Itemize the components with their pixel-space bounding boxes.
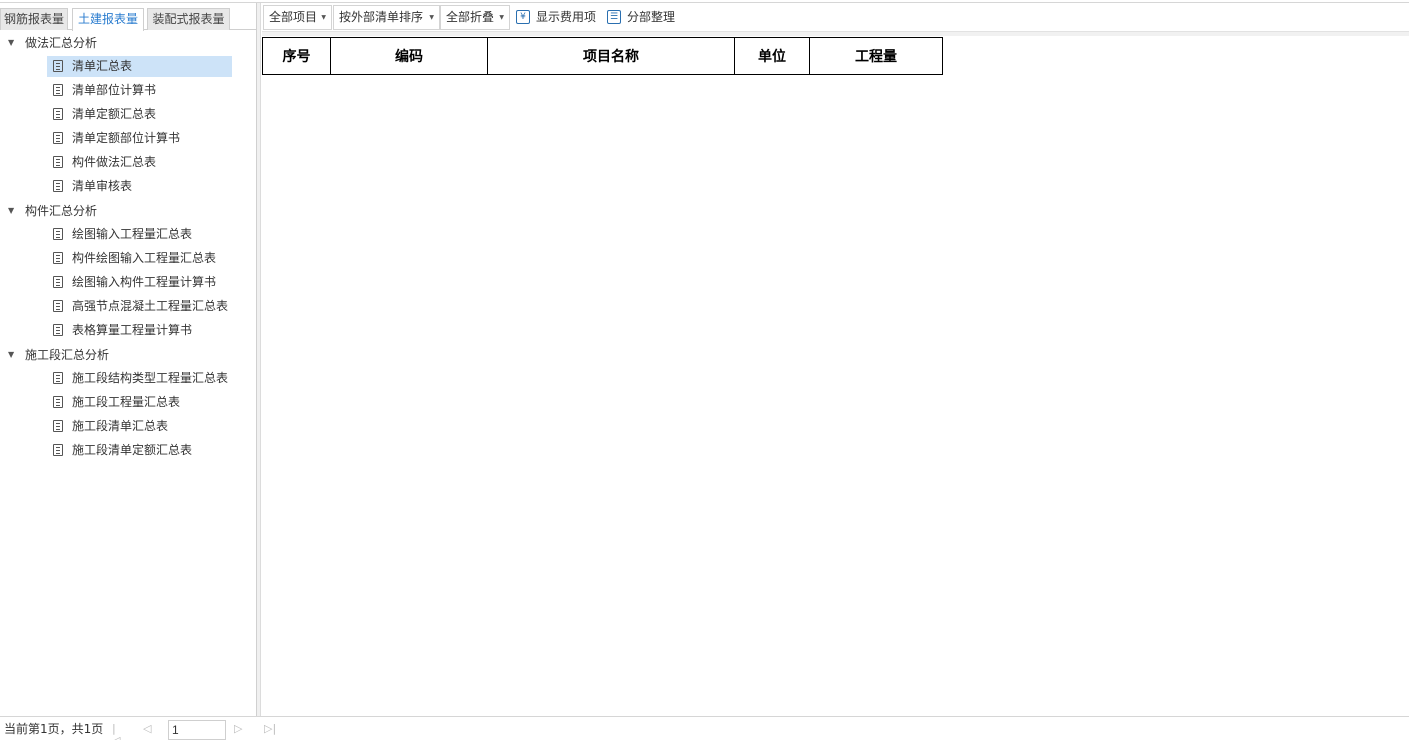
tree-item-label: 施工段工程量汇总表 [72, 395, 181, 409]
document-icon [53, 60, 63, 72]
table-header-row: 序号 编码 项目名称 单位 工程量 [262, 37, 943, 75]
tree-item[interactable]: 施工段清单定额汇总表 [47, 440, 232, 461]
filter-items-dropdown[interactable]: 全部项目 ▼ [263, 5, 332, 30]
tree-item[interactable]: 施工段结构类型工程量汇总表 [47, 368, 232, 389]
document-icon [53, 132, 63, 144]
col-header-code[interactable]: 编码 [330, 37, 488, 75]
tree-item-label: 高强节点混凝土工程量汇总表 [72, 299, 229, 313]
tree-item-label: 施工段结构类型工程量汇总表 [72, 371, 229, 385]
tree-item-label: 清单定额部位计算书 [72, 131, 181, 145]
tree-item-label: 构件绘图输入工程量汇总表 [72, 251, 217, 265]
col-header-index[interactable]: 序号 [262, 37, 331, 75]
next-page-icon[interactable]: ▷ [234, 723, 246, 735]
document-icon [53, 300, 63, 312]
yen-icon: ¥ [516, 10, 530, 24]
tree-item-label: 清单汇总表 [72, 59, 133, 73]
tree-item[interactable]: 绘图输入构件工程量计算书 [47, 272, 232, 293]
dropdown-value: 全部项目 [269, 10, 318, 24]
document-icon [53, 420, 63, 432]
document-icon [53, 180, 63, 192]
report-tabs: 钢筋报表量 土建报表量 装配式报表量 [0, 6, 257, 31]
pagination-bar: 当前第1页，共1页 |◁ ◁ ▷ ▷| [0, 716, 1409, 740]
tree-group-component-summary[interactable]: ▼ 构件汇总分析 [0, 201, 256, 221]
sort-order-dropdown[interactable]: 按外部清单排序 ▼ [333, 5, 440, 30]
report-toolbar: 全部项目 ▼ 按外部清单排序 ▼ 全部折叠 ▼ ¥ 显示费用项 ☰ 分部整理 [262, 3, 1409, 32]
document-icon [53, 156, 63, 168]
tree-item-label: 施工段清单定额汇总表 [72, 443, 193, 457]
first-page-icon[interactable]: |◁ [112, 723, 124, 740]
tree-item-label: 绘图输入工程量汇总表 [72, 227, 193, 241]
group-label: 施工段汇总分析 [25, 348, 110, 362]
document-icon [53, 324, 63, 336]
tree-item[interactable]: 清单审核表 [47, 176, 232, 197]
expand-arrow-icon[interactable]: ▼ [8, 348, 18, 362]
tree-item-label: 表格算量工程量计算书 [72, 323, 193, 337]
tree-item-label: 构件做法汇总表 [72, 155, 157, 169]
partial-arrange-button[interactable]: ☰ 分部整理 [607, 5, 679, 30]
tree-group-segment-summary[interactable]: ▼ 施工段汇总分析 [0, 345, 256, 365]
document-icon [53, 372, 63, 384]
col-header-unit[interactable]: 单位 [734, 37, 810, 75]
group-label: 构件汇总分析 [25, 204, 98, 218]
page-number-input[interactable] [168, 720, 226, 740]
group-label: 做法汇总分析 [25, 36, 98, 50]
col-header-quantity[interactable]: 工程量 [809, 37, 943, 75]
document-icon [53, 276, 63, 288]
caret-down-icon: ▼ [499, 14, 504, 21]
document-icon [53, 396, 63, 408]
tree-item-label: 清单部位计算书 [72, 83, 157, 97]
report-nav-panel: 钢筋报表量 土建报表量 装配式报表量 ▼ 做法汇总分析 清单汇总表 清单部位计算… [0, 3, 257, 716]
last-page-icon[interactable]: ▷| [264, 723, 276, 735]
button-label: 显示费用项 [536, 10, 597, 24]
document-icon [53, 252, 63, 264]
tree-item[interactable]: 清单定额部位计算书 [47, 128, 232, 149]
tab-rebar-report[interactable]: 钢筋报表量 [0, 8, 68, 30]
col-header-item-name[interactable]: 项目名称 [487, 37, 735, 75]
document-icon [53, 84, 63, 96]
tree-item[interactable]: 施工段清单汇总表 [47, 416, 232, 437]
caret-down-icon: ▼ [429, 14, 434, 21]
tab-prefab-report[interactable]: 装配式报表量 [147, 8, 230, 30]
expand-arrow-icon[interactable]: ▼ [8, 36, 18, 50]
document-icon [53, 444, 63, 456]
tree-item-label: 绘图输入构件工程量计算书 [72, 275, 217, 289]
list-stack-icon: ☰ [607, 10, 621, 24]
tree-item[interactable]: 构件绘图输入工程量汇总表 [47, 248, 232, 269]
tab-civil-report[interactable]: 土建报表量 [72, 8, 144, 31]
prev-page-icon[interactable]: ◁ [143, 723, 155, 735]
collapse-dropdown[interactable]: 全部折叠 ▼ [440, 5, 510, 30]
tree-item-label: 施工段清单汇总表 [72, 419, 169, 433]
tree-item-label: 清单定额汇总表 [72, 107, 157, 121]
tree-group-method-summary[interactable]: ▼ 做法汇总分析 [0, 33, 256, 53]
dropdown-value: 全部折叠 [446, 10, 495, 24]
tree-item[interactable]: 清单定额汇总表 [47, 104, 232, 125]
tree-item[interactable]: 绘图输入工程量汇总表 [47, 224, 232, 245]
document-icon [53, 228, 63, 240]
dropdown-value: 按外部清单排序 [339, 10, 424, 24]
tree-item[interactable]: 构件做法汇总表 [47, 152, 232, 173]
expand-arrow-icon[interactable]: ▼ [8, 204, 18, 218]
tree-item-bill-summary[interactable]: 清单汇总表 [47, 56, 232, 77]
panel-splitter[interactable] [257, 3, 261, 716]
content-top-strip [262, 32, 1409, 36]
page-info-text: 当前第1页，共1页 [4, 722, 104, 736]
button-label: 分部整理 [627, 10, 676, 24]
tree-item[interactable]: 高强节点混凝土工程量汇总表 [47, 296, 232, 317]
caret-down-icon: ▼ [321, 14, 326, 21]
document-icon [53, 108, 63, 120]
tree-item[interactable]: 施工段工程量汇总表 [47, 392, 232, 413]
tree-item-label: 清单审核表 [72, 179, 133, 193]
tree-item[interactable]: 清单部位计算书 [47, 80, 232, 101]
report-table: 序号 编码 项目名称 单位 工程量 [262, 37, 943, 75]
show-fee-items-button[interactable]: ¥ 显示费用项 [516, 5, 602, 30]
tree-item[interactable]: 表格算量工程量计算书 [47, 320, 232, 341]
